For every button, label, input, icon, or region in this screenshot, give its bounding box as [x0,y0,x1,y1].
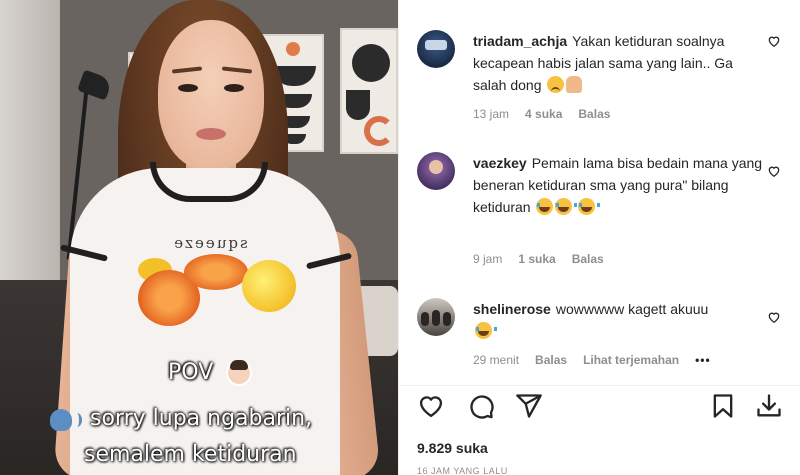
tears-of-joy-emoji-icon [475,322,497,339]
overlay-pov: POV [168,360,253,386]
overlay-caption-line1: sorry lupa ngabarin, [50,406,312,431]
comment-text: wowwwww kagett akuuu [555,301,709,317]
boy-emoji-icon [226,360,253,386]
overlay-caption-line2: semalem ketiduran [84,442,297,467]
person-face [158,20,264,170]
eye-right [224,84,244,92]
comment-meta: 13 jam 4 suka Balas [473,107,610,121]
video-frame[interactable]: squeeze POV sorry lupa ngabarin, semalem… [0,0,398,475]
comment-time: 9 jam [473,252,503,266]
like-comment-heart-icon[interactable] [767,34,781,48]
praying-hands-emoji-icon [566,76,583,93]
tears-of-joy-emoji-icon [536,198,559,215]
comment-likes[interactable]: 1 suka [518,252,555,266]
more-options-button[interactable]: ••• [695,353,711,367]
comment-body: vaezkey Pemain lama bisa bedain mana yang… [473,152,763,218]
comment-icon[interactable] [467,392,495,420]
eye-left [178,84,198,92]
post-likes-count[interactable]: 9.829 suka [417,440,488,456]
comments-panel: triadam_achja Yakan ketiduran soalnya kec… [398,0,800,475]
avatar[interactable] [417,152,455,190]
comment-username[interactable]: vaezkey [473,155,527,171]
overlay-pov-text: POV [168,360,214,385]
sad-face-emoji-icon [547,76,565,93]
comment-meta: 29 menit Balas Lihat terjemahan ••• [473,353,711,367]
comment-time: 29 menit [473,353,520,367]
comment-username[interactable]: shelinerose [473,301,551,317]
comment-reply-button[interactable]: Balas [535,353,567,367]
like-comment-heart-icon[interactable] [767,310,781,324]
tears-of-joy-emoji-icon [555,198,578,215]
person-lips [196,128,226,140]
comment-username[interactable]: triadam_achja [473,33,567,49]
tshirt-print-text: squeeze [172,234,248,252]
wall-art-right [340,28,398,154]
print-lemon [242,260,296,312]
comment-reply-button[interactable]: Balas [572,252,604,266]
comment-body: triadam_achja Yakan ketiduran soalnya kec… [473,30,763,96]
speaking-head-icon [50,407,84,431]
comment-likes[interactable]: 4 suka [525,107,562,121]
post-action-bar [399,385,800,425]
heart-icon[interactable] [417,392,445,420]
print-orange-slice [184,254,248,290]
comment-reply-button[interactable]: Balas [578,107,610,121]
avatar[interactable] [417,30,455,68]
like-comment-heart-icon[interactable] [767,164,781,178]
comment-time: 13 jam [473,107,510,121]
see-translation-button[interactable]: Lihat terjemahan [583,353,679,367]
download-icon[interactable] [755,392,783,420]
comment-meta: 9 jam 1 suka Balas [473,252,604,266]
share-icon[interactable] [515,392,543,420]
comment-body: shelinerose wowwwww kagett akuuu [473,298,763,342]
post-timestamp: 16 JAM YANG LALU [417,466,508,475]
overlay-caption-text1: sorry lupa ngabarin, [90,406,313,431]
bookmark-icon[interactable] [709,392,737,420]
tears-of-joy-emoji-icon [578,198,601,215]
avatar[interactable] [417,298,455,336]
comments-list[interactable]: triadam_achja Yakan ketiduran soalnya kec… [399,0,800,378]
